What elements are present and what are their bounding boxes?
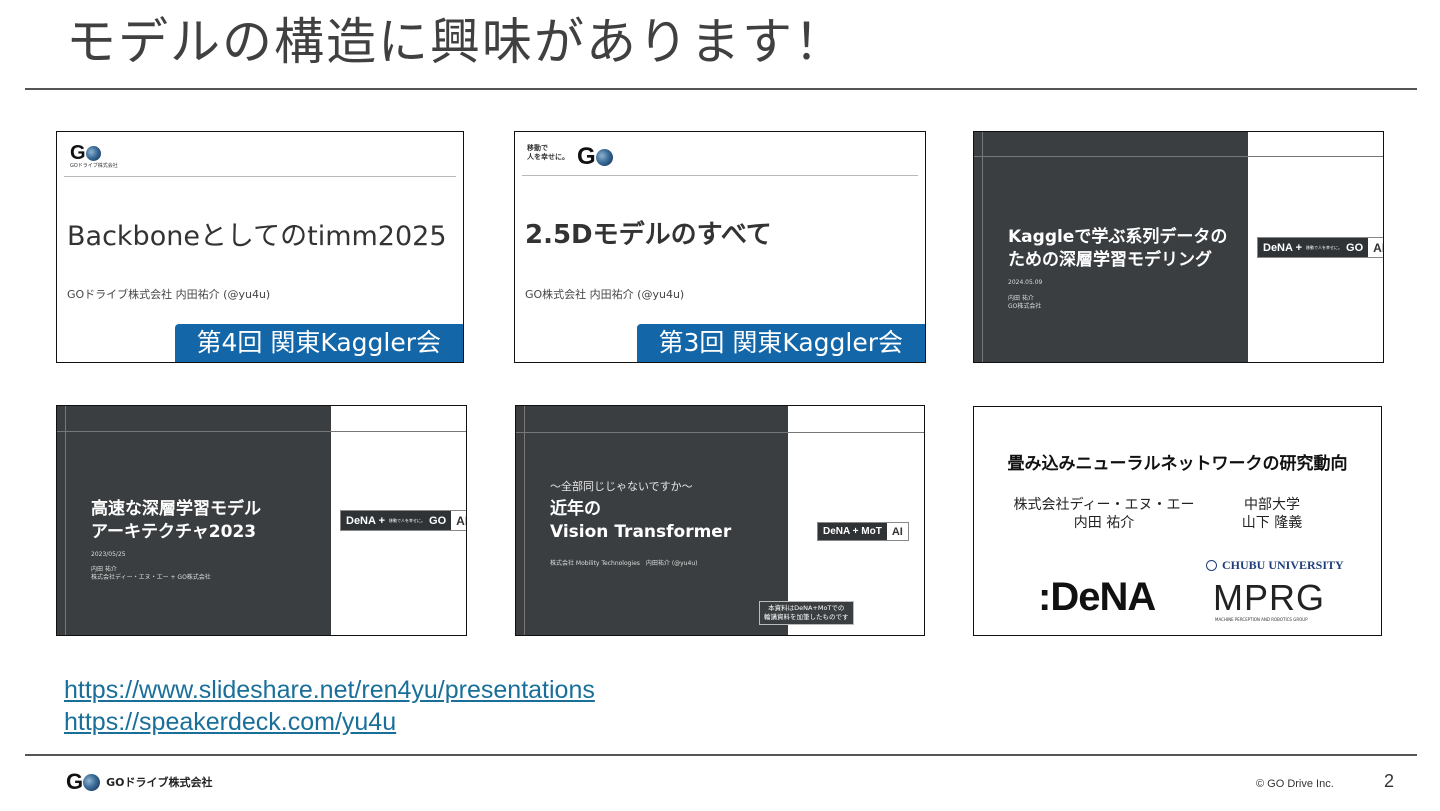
thumbnail-author: 内田 祐介 株式会社ディー・エヌ・エー + GO株式会社: [91, 566, 211, 581]
dena-go-ai-logo: DeNA + 移動で人を幸せに。 GO AI: [1257, 237, 1383, 258]
affiliation-chubu: 中部大学 山下 隆義: [1241, 497, 1303, 531]
chubu-seal-icon: [1206, 560, 1217, 571]
thumbnail-title: 2.5Dモデルのすべて: [525, 220, 772, 250]
event-badge: 第3回 関東Kaggler会: [636, 324, 925, 362]
thumbnail-kaggle-sequence[interactable]: Kaggleで学ぶ系列データの ための深層学習モデリング 2024.05.09 …: [973, 131, 1384, 363]
thumbnail-title: 近年の Vision Transformer: [550, 499, 732, 542]
thumbnail-date: 2023/05/25: [91, 551, 126, 558]
page-number: 2: [1384, 771, 1395, 791]
thumbnail-timm2025[interactable]: G GOドライブ株式会社 Backboneとしてのtimm2025 GOドライブ…: [56, 131, 464, 363]
event-badge: 第4回 関東Kaggler会: [174, 324, 463, 362]
thumbnail-title: 高速な深層学習モデル アーキテクチャ2023: [91, 499, 261, 542]
header-line: [64, 176, 456, 177]
go-tagline: 移動で 人を幸せに。: [527, 144, 569, 161]
guide-line: [982, 132, 983, 362]
chubu-university-logo: CHUBU UNIVERSITY: [1206, 558, 1344, 573]
guide-line: [57, 431, 466, 432]
thumbnail-title: Kaggleで学ぶ系列データの ための深層学習モデリング: [1008, 227, 1228, 270]
go-logo: G: [70, 142, 101, 165]
thumbnail-note: 本資料はDeNA+MoTでの 輪講資料を加筆したものです: [759, 601, 854, 625]
thumbnail-date: 2024.05.09: [1008, 279, 1043, 286]
thumbnail-subtitle: 〜全部同じじゃないですか〜: [550, 480, 693, 493]
thumbnail-author: 内田 祐介 GO株式会社: [1008, 295, 1042, 310]
thumbnail-title: Backboneとしてのtimm2025: [67, 221, 447, 252]
mprg-caption: MACHINE PERCEPTION AND ROBOTICS GROUP: [1215, 617, 1308, 622]
slide-title: モデルの構造に興味があります！: [66, 13, 846, 71]
go-logo-caption: GOドライブ株式会社: [70, 163, 118, 169]
footer-logo: G GOドライブ株式会社: [66, 769, 213, 795]
footer-divider: [25, 754, 1417, 756]
copyright: © GO Drive Inc.: [1256, 778, 1334, 790]
header-line: [522, 175, 918, 176]
thumbnail-25d-models[interactable]: 移動で 人を幸せに。 G 2.5Dモデルのすべて GO株式会社 内田祐介 (@y…: [514, 131, 926, 363]
guide-line: [524, 406, 525, 635]
thumbnail-fast-architectures[interactable]: 高速な深層学習モデル アーキテクチャ2023 2023/05/25 内田 祐介 …: [56, 405, 467, 636]
link-list: https://www.slideshare.net/ren4yu/presen…: [64, 674, 595, 738]
dena-go-ai-logo: DeNA + 移動で人を幸せに。 GO AI: [340, 510, 466, 531]
thumbnail-author: GOドライブ株式会社 内田祐介 (@yu4u): [67, 288, 271, 301]
dena-mot-ai-logo: DeNA + MoT AI: [817, 522, 909, 541]
thumbnail-vision-transformer[interactable]: 〜全部同じじゃないですか〜 近年の Vision Transformer 株式会…: [515, 405, 925, 636]
footer-company-name: GOドライブ株式会社: [106, 776, 213, 789]
thumbnail-title: 畳み込みニューラルネットワークの研究動向: [1007, 454, 1348, 474]
affiliation-dena: 株式会社ディー・エヌ・エー 内田 祐介: [1013, 497, 1195, 531]
dena-logo: :DeNA: [1038, 575, 1156, 619]
mprg-logo: MPRG: [1213, 577, 1325, 618]
thumbnail-author: GO株式会社 内田祐介 (@yu4u): [525, 288, 685, 301]
go-logo: G: [66, 769, 101, 795]
slideshare-link[interactable]: https://www.slideshare.net/ren4yu/presen…: [64, 674, 595, 706]
guide-line: [516, 432, 924, 433]
title-divider: [25, 88, 1417, 90]
speakerdeck-link[interactable]: https://speakerdeck.com/yu4u: [64, 706, 595, 738]
go-logo: G: [577, 143, 613, 171]
guide-line: [65, 406, 66, 635]
thumbnail-author: 株式会社 Mobility Technologies 内田祐介 (@yu4u): [550, 560, 698, 567]
thumbnail-cnn-research-trends[interactable]: 畳み込みニューラルネットワークの研究動向 株式会社ディー・エヌ・エー 内田 祐介…: [973, 406, 1382, 636]
guide-line: [974, 156, 1383, 157]
